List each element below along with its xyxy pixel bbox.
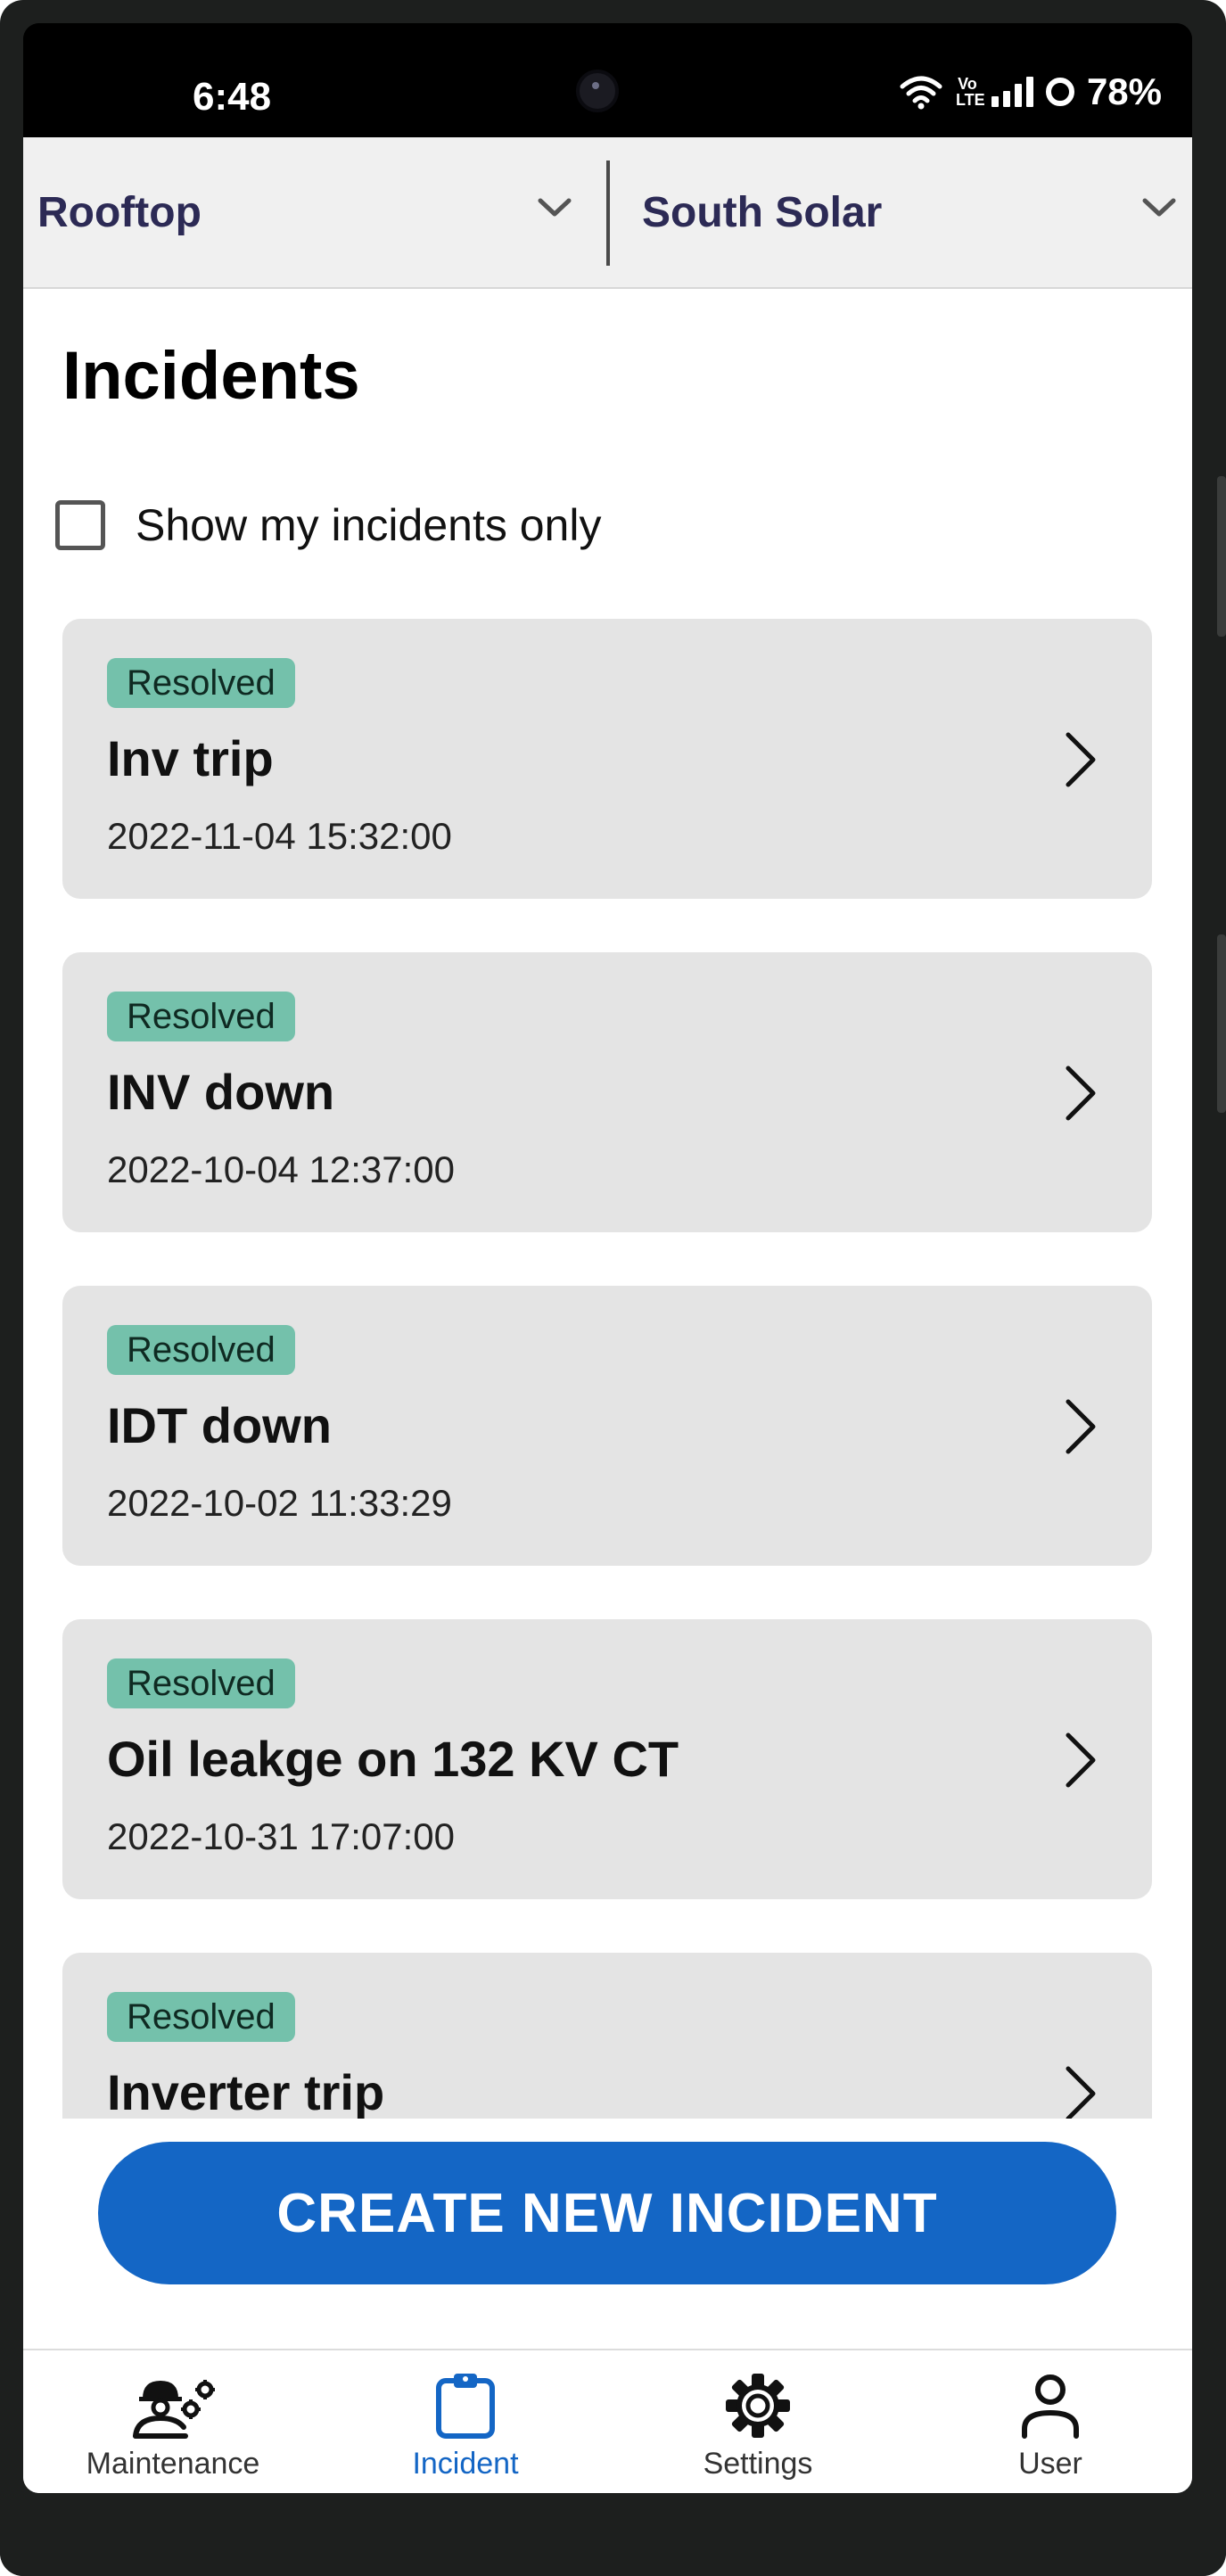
nav-user[interactable]: User — [908, 2350, 1192, 2493]
chevron-right-icon — [1066, 2066, 1096, 2119]
create-new-incident-button[interactable]: CREATE NEW INCIDENT — [98, 2142, 1116, 2284]
page-title: Incidents — [62, 338, 360, 414]
selector-divider — [606, 160, 610, 266]
screen: 6:48 Vo LTE 78% Rooftop South Solar Inci… — [23, 23, 1192, 2493]
nav-maintenance[interactable]: Maintenance — [30, 2350, 316, 2493]
chevron-down-icon — [538, 198, 572, 217]
incident-title: Inv trip — [107, 730, 274, 786]
incident-card[interactable]: Resolved IDT down 2022-10-02 11:33:29 — [62, 1286, 1152, 1566]
incident-title: Oil leakge on 132 KV CT — [107, 1731, 679, 1787]
status-icons: Vo LTE 78% — [899, 70, 1162, 114]
incident-date: 2022-11-04 15:32:00 — [107, 815, 452, 857]
site-value: South Solar — [642, 188, 883, 236]
incident-card[interactable]: Resolved Inverter trip — [62, 1953, 1152, 2119]
nav-incident[interactable]: Incident — [323, 2350, 608, 2493]
phone-frame: 6:48 Vo LTE 78% Rooftop South Solar Inci… — [0, 0, 1226, 2576]
my-incidents-label: Show my incidents only — [136, 500, 602, 550]
chevron-right-icon — [1066, 1399, 1096, 1454]
volte-label: Vo LTE — [955, 75, 985, 109]
status-time: 6:48 — [193, 75, 272, 119]
incident-title: Inverter trip — [107, 2064, 385, 2119]
phone-bottom-bezel — [0, 2493, 1226, 2576]
status-badge: Resolved — [107, 992, 295, 1041]
battery-percent: 78% — [1086, 70, 1162, 112]
site-selector-bar: Rooftop South Solar — [23, 137, 1192, 289]
volume-button — [1217, 476, 1226, 637]
app-area: Rooftop South Solar Incidents Show my in… — [23, 137, 1192, 2493]
battery-icon — [1045, 78, 1074, 106]
wifi-icon — [900, 76, 942, 110]
nav-maintenance-label: Maintenance — [86, 2447, 260, 2481]
my-incidents-checkbox[interactable] — [55, 500, 105, 550]
incident-title: INV down — [107, 1064, 335, 1120]
incident-date: 2022-10-02 11:33:29 — [107, 1482, 452, 1524]
category-dropdown[interactable]: Rooftop — [37, 137, 590, 287]
site-dropdown[interactable]: South Solar — [642, 137, 1177, 287]
incident-card[interactable]: Resolved INV down 2022-10-04 12:37:00 — [62, 952, 1152, 1232]
power-button — [1217, 934, 1226, 1113]
status-badge: Resolved — [107, 1325, 295, 1375]
bottom-navigation: Maintenance Incident Settings User — [23, 2349, 1192, 2493]
incident-date: 2022-10-04 12:37:00 — [107, 1148, 455, 1190]
incident-list-area[interactable]: Incidents Show my incidents only Resolve… — [23, 289, 1192, 2119]
signal-icon — [991, 77, 1033, 107]
chevron-right-icon — [1066, 732, 1096, 787]
category-value: Rooftop — [37, 188, 202, 236]
nav-settings-label: Settings — [703, 2447, 813, 2481]
front-camera — [576, 70, 619, 112]
nav-user-label: User — [1018, 2447, 1082, 2481]
incident-date: 2022-10-31 17:07:00 — [107, 1815, 455, 1857]
nav-settings[interactable]: Settings — [615, 2350, 901, 2493]
gear-icon — [722, 2370, 794, 2441]
status-badge: Resolved — [107, 658, 295, 708]
status-badge: Resolved — [107, 1992, 295, 2042]
incident-card[interactable]: Resolved Oil leakge on 132 KV CT 2022-10… — [62, 1619, 1152, 1899]
incident-card[interactable]: Resolved Inv trip 2022-11-04 15:32:00 — [62, 619, 1152, 899]
chevron-down-icon — [1142, 198, 1176, 217]
chevron-right-icon — [1066, 1732, 1096, 1788]
my-incidents-filter[interactable]: Show my incidents only — [55, 499, 601, 551]
clipboard-icon — [434, 2370, 497, 2441]
maintenance-worker-icon — [130, 2370, 216, 2441]
chevron-right-icon — [1066, 1066, 1096, 1121]
incident-title: IDT down — [107, 1397, 332, 1453]
nav-incident-label: Incident — [412, 2447, 519, 2481]
user-icon — [1019, 2370, 1082, 2441]
status-bar: 6:48 Vo LTE 78% — [23, 23, 1192, 137]
status-badge: Resolved — [107, 1658, 295, 1708]
